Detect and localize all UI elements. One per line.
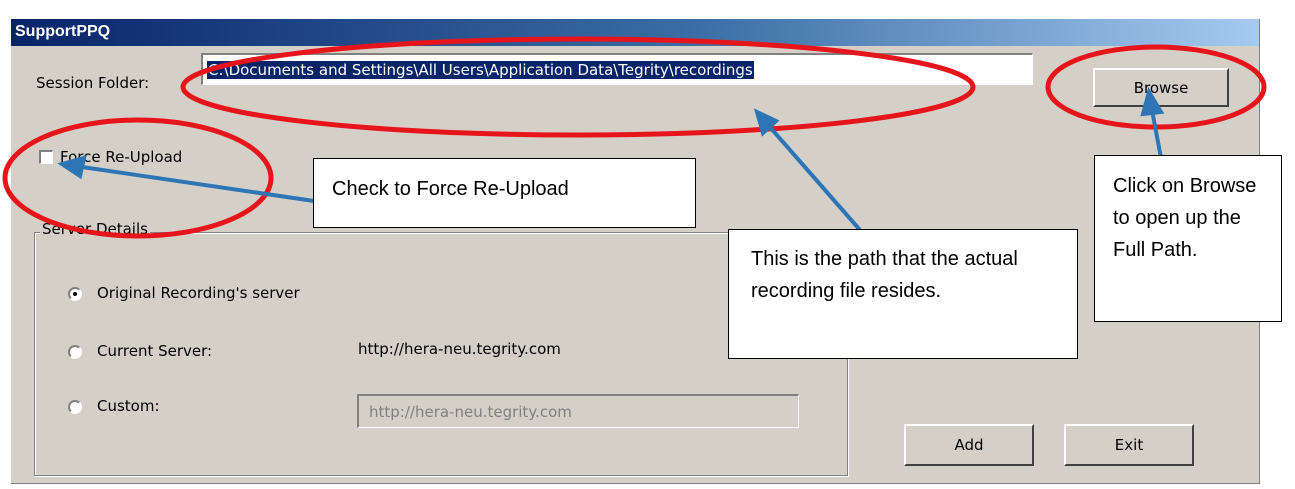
browse-button[interactable]: Browse — [1093, 68, 1229, 107]
session-folder-input[interactable]: C:\Documents and Settings\All Users\Appl… — [201, 53, 1033, 85]
radio-selected-dot — [73, 292, 77, 296]
server-details-legend: Server Details — [40, 220, 150, 238]
exit-button[interactable]: Exit — [1064, 424, 1194, 466]
force-reupload-callout: Check to Force Re-Upload — [313, 158, 696, 228]
session-folder-value: C:\Documents and Settings\All Users\Appl… — [207, 61, 754, 79]
custom-server-input[interactable]: http://hera-neu.tegrity.com — [357, 394, 799, 428]
force-reupload-checkbox[interactable] — [39, 150, 53, 164]
current-server-label: Current Server: — [97, 342, 213, 360]
custom-server-placeholder: http://hera-neu.tegrity.com — [369, 403, 572, 421]
force-reupload-callout-text: Check to Force Re-Upload — [332, 178, 569, 200]
original-server-radio[interactable] — [68, 287, 82, 301]
window-title: SupportPPQ — [15, 23, 111, 40]
force-reupload-label: Force Re-Upload — [60, 148, 183, 166]
original-server-label: Original Recording's server — [97, 284, 300, 302]
custom-server-label: Custom: — [97, 397, 160, 415]
path-callout-text: This is the path that the actual recordi… — [751, 248, 1018, 302]
custom-server-radio[interactable] — [68, 400, 82, 414]
browse-callout: Click on Browse to open up the Full Path… — [1094, 155, 1282, 322]
current-server-radio[interactable] — [68, 345, 82, 359]
session-folder-label: Session Folder: — [36, 74, 150, 92]
add-button[interactable]: Add — [904, 424, 1034, 466]
browse-callout-text: Click on Browse to open up the Full Path… — [1113, 175, 1257, 261]
path-callout: This is the path that the actual recordi… — [728, 229, 1078, 359]
current-server-url: http://hera-neu.tegrity.com — [358, 340, 561, 358]
title-bar: SupportPPQ — [11, 19, 1259, 46]
